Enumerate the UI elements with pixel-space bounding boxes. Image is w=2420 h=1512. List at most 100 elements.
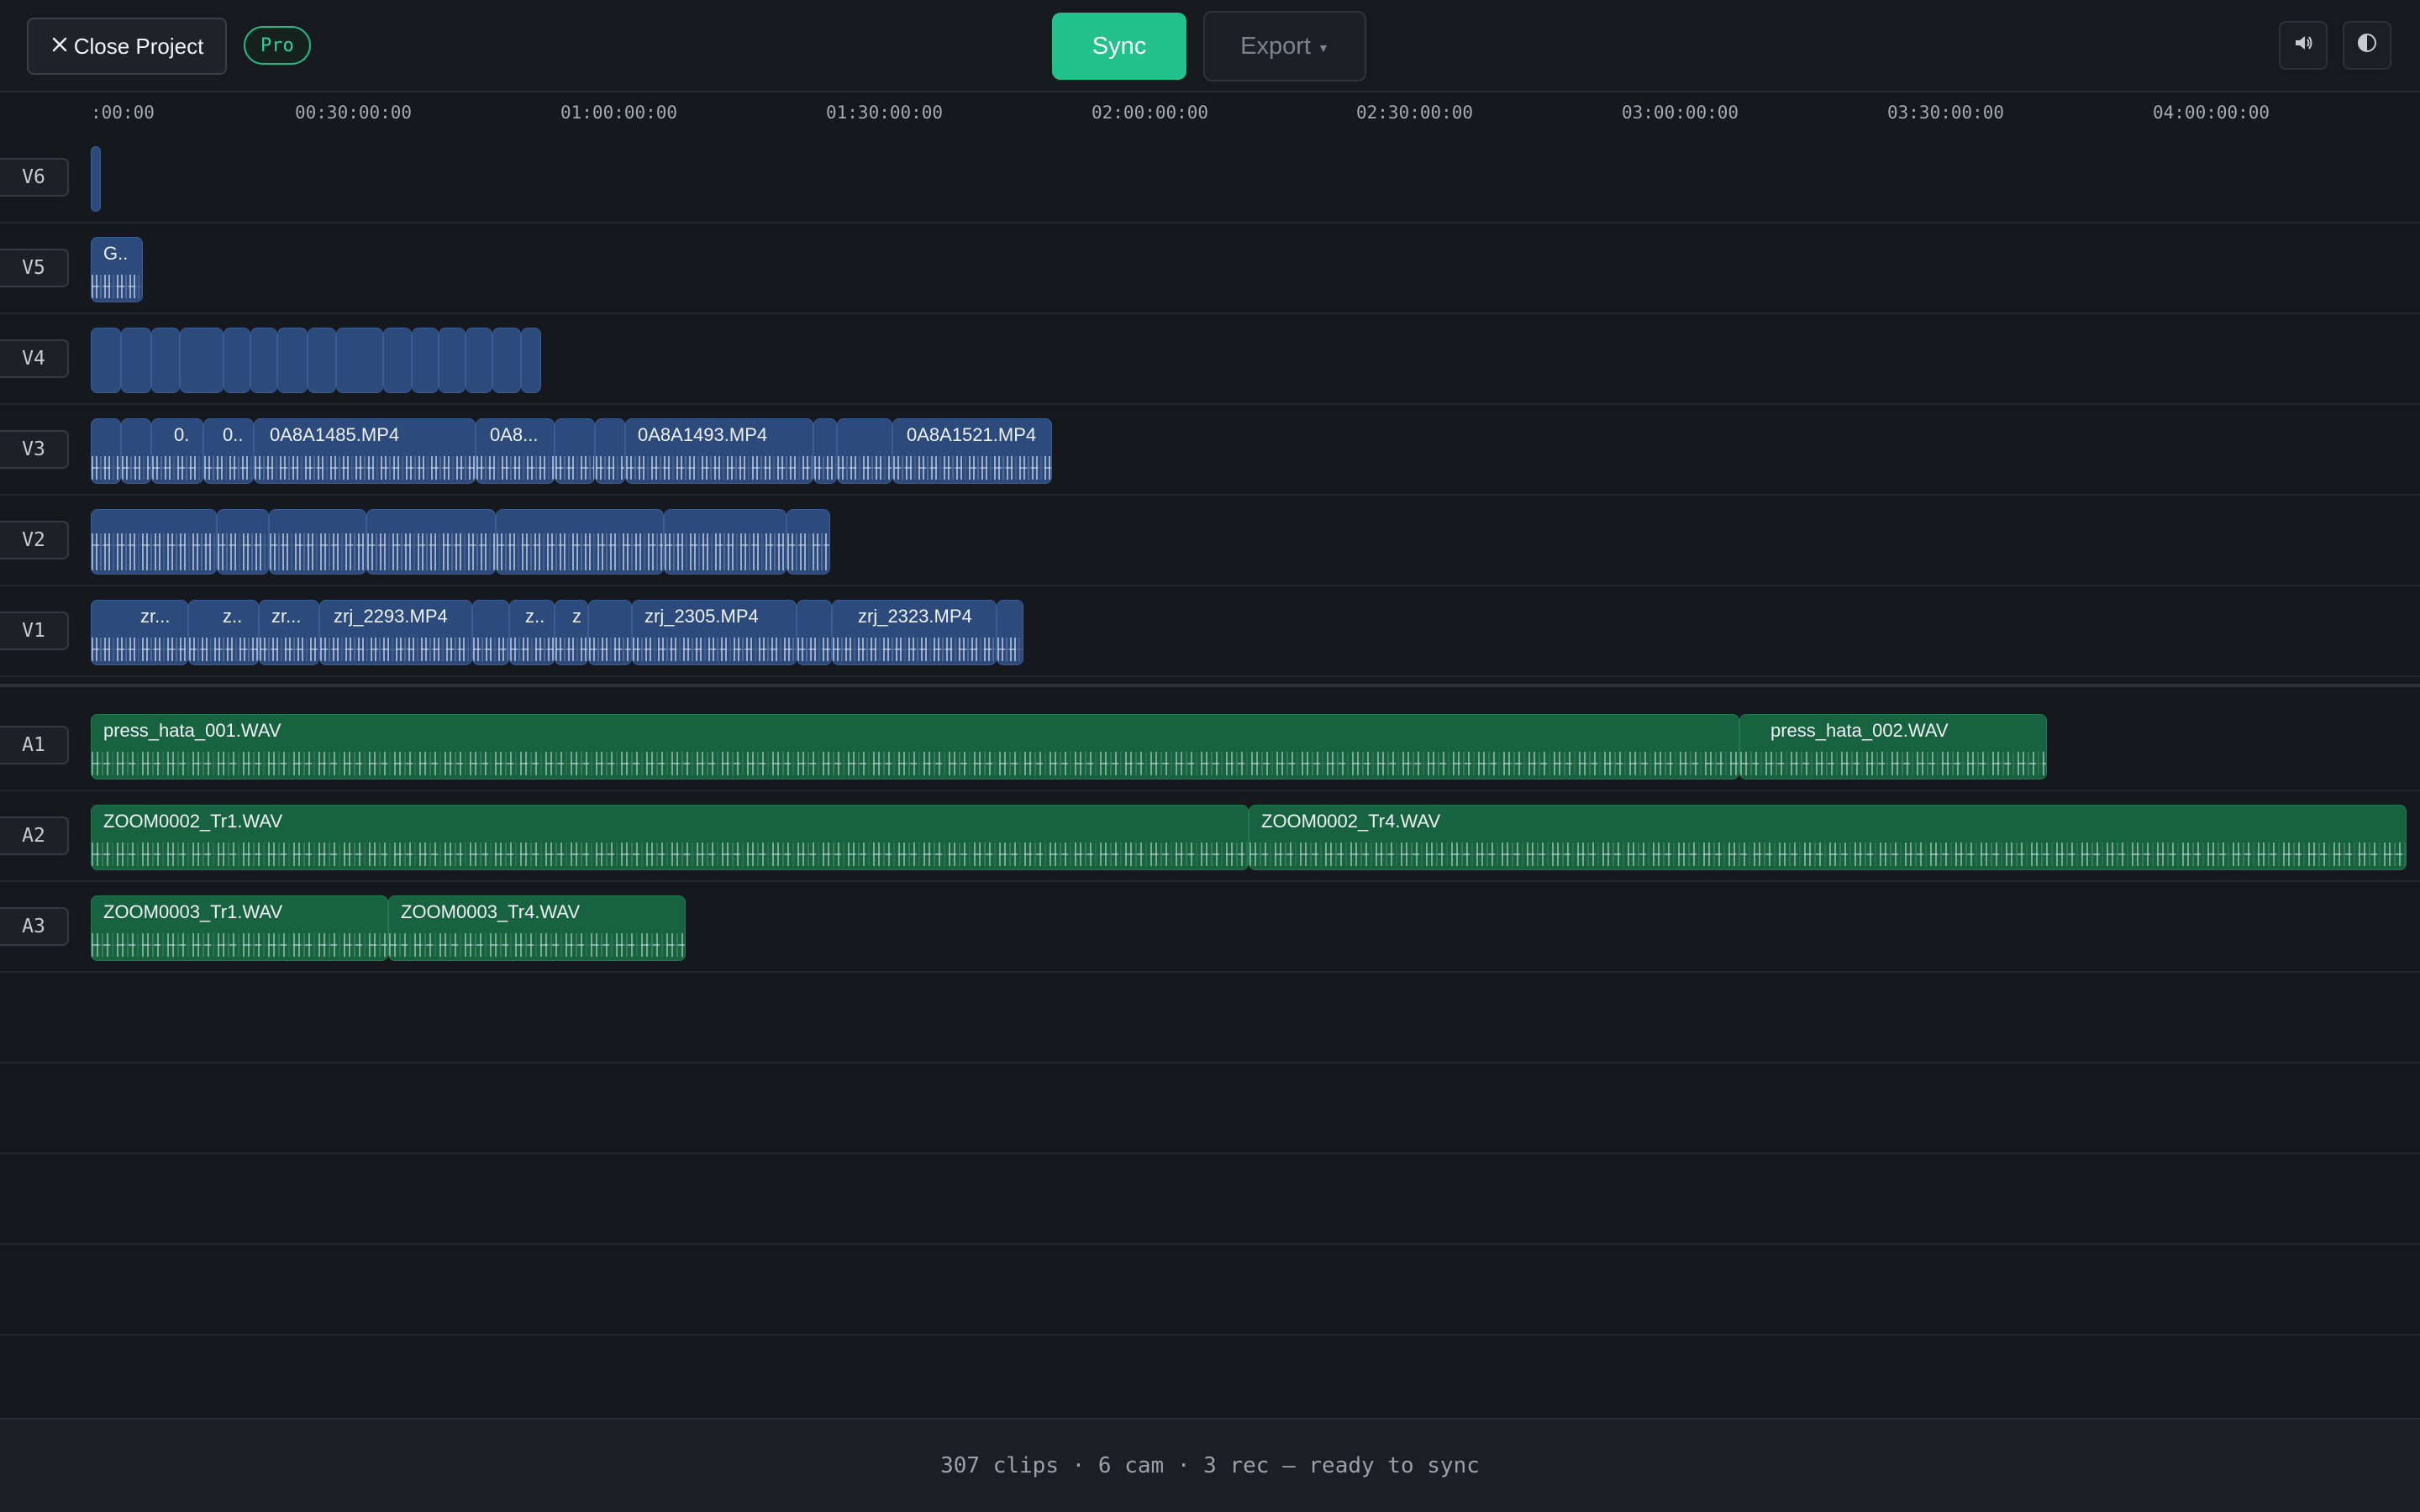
track-label-a2[interactable]: A2: [0, 816, 69, 855]
audio-clip[interactable]: press_hata_001.WAV: [91, 714, 1739, 780]
video-clip[interactable]: [466, 328, 492, 393]
clip-name: ZOOM0002_Tr1.WAV: [103, 811, 283, 832]
track-label-v4[interactable]: V4: [0, 339, 69, 378]
video-clip[interactable]: 0.: [151, 418, 203, 484]
audio-clip[interactable]: ZOOM0003_Tr1.WAV: [91, 895, 388, 961]
video-clip[interactable]: [837, 418, 892, 484]
video-clip[interactable]: G..: [91, 237, 143, 302]
ruler-tick: 03:00:00:00: [1622, 102, 1739, 123]
sync-button[interactable]: Sync: [1052, 13, 1186, 80]
audio-clip[interactable]: press_hata_002.WAV: [1739, 714, 2047, 780]
video-clip[interactable]: [91, 509, 217, 575]
clip-name: zrj_2323.MP4: [858, 606, 972, 627]
video-clip[interactable]: [555, 418, 595, 484]
video-clip[interactable]: [383, 328, 412, 393]
theme-toggle-button[interactable]: [2343, 21, 2391, 70]
video-clip[interactable]: [797, 600, 832, 665]
video-clip[interactable]: [997, 600, 1023, 665]
video-clip[interactable]: [121, 418, 151, 484]
waveform: [255, 456, 475, 480]
video-clip[interactable]: [588, 600, 632, 665]
video-clip[interactable]: 0A8A1493.MP4: [625, 418, 813, 484]
video-clip[interactable]: [472, 600, 509, 665]
video-clip[interactable]: [91, 146, 101, 212]
video-clip[interactable]: [595, 418, 625, 484]
track-label-a3[interactable]: A3: [0, 907, 69, 946]
waveform: [189, 638, 258, 661]
clip-name: zr...: [140, 606, 171, 627]
video-clip[interactable]: [250, 328, 277, 393]
video-clip[interactable]: [336, 328, 383, 393]
timeline-ruler[interactable]: :00:00 00:30:00:00 01:00:00:00 01:30:00:…: [0, 94, 2420, 133]
clip-name: ZOOM0003_Tr1.WAV: [103, 901, 283, 922]
video-clip[interactable]: [664, 509, 786, 575]
chevron-down-icon: ▼: [1317, 41, 1329, 55]
video-clip[interactable]: zrj_2293.MP4: [319, 600, 472, 665]
close-project-button[interactable]: Close Project: [27, 18, 227, 75]
video-clip[interactable]: [180, 328, 224, 393]
video-clip[interactable]: z..: [188, 600, 259, 665]
track-v2: V2: [0, 496, 2420, 586]
track-label-v5[interactable]: V5: [0, 249, 69, 287]
track-label-v6[interactable]: V6: [0, 158, 69, 197]
volume-button[interactable]: [2279, 21, 2328, 70]
video-clip[interactable]: [492, 328, 521, 393]
waveform: [596, 456, 624, 480]
video-clip[interactable]: [813, 418, 837, 484]
video-clip[interactable]: 0A8A1485.MP4: [254, 418, 476, 484]
video-clip[interactable]: [91, 328, 121, 393]
video-clip[interactable]: [217, 509, 269, 575]
waveform: [218, 533, 268, 570]
video-clip[interactable]: [269, 509, 366, 575]
waveform: [260, 638, 318, 661]
clip-name: 0A8A1493.MP4: [638, 424, 768, 445]
audio-clip[interactable]: ZOOM0002_Tr1.WAV: [91, 805, 1249, 870]
video-clip[interactable]: 0A8A1521.MP4: [892, 418, 1052, 484]
video-clip[interactable]: [521, 328, 541, 393]
waveform: [797, 638, 831, 661]
video-clip[interactable]: z..: [509, 600, 555, 665]
ruler-tick: 01:00:00:00: [560, 102, 678, 123]
video-clip[interactable]: [366, 509, 496, 575]
clip-name: 0.: [174, 424, 190, 445]
status-text: 307 clips · 6 cam · 3 rec — ready to syn…: [940, 1453, 1480, 1478]
video-clip[interactable]: [91, 418, 121, 484]
waveform: [270, 533, 366, 570]
track-label-v3[interactable]: V3: [0, 430, 69, 469]
audio-clip[interactable]: ZOOM0003_Tr4.WAV: [388, 895, 686, 961]
video-clip[interactable]: [308, 328, 336, 393]
video-clip[interactable]: [121, 328, 151, 393]
track-label-v2[interactable]: V2: [0, 521, 69, 559]
export-label: Export: [1240, 32, 1311, 60]
video-clip[interactable]: [224, 328, 250, 393]
waveform: [92, 843, 1248, 866]
contrast-icon: [2356, 32, 2378, 60]
track-v3: V3 0. 0.. 0A8A1485.MP4 0A8... 0A8A1493.M…: [0, 405, 2420, 496]
video-clip[interactable]: [496, 509, 664, 575]
track-label-v1[interactable]: V1: [0, 612, 69, 650]
waveform: [497, 533, 663, 570]
video-clip[interactable]: [277, 328, 308, 393]
track-a1: A1 press_hata_001.WAV press_hata_002.WAV: [0, 701, 2420, 791]
video-clip[interactable]: [412, 328, 439, 393]
export-button[interactable]: Export ▼: [1203, 11, 1366, 81]
waveform: [320, 638, 471, 661]
clip-name: G..: [103, 243, 129, 264]
track-label-a1[interactable]: A1: [0, 726, 69, 764]
audio-clip[interactable]: ZOOM0002_Tr4.WAV: [1249, 805, 2407, 870]
video-clip[interactable]: 0A8...: [476, 418, 555, 484]
video-clip[interactable]: [786, 509, 830, 575]
video-clip[interactable]: zrj_2323.MP4: [832, 600, 997, 665]
waveform: [92, 456, 120, 480]
waveform: [665, 533, 786, 570]
video-clip[interactable]: zr...: [91, 600, 188, 665]
empty-track-row: [0, 1336, 2420, 1418]
video-clip[interactable]: zr...: [259, 600, 319, 665]
video-clip[interactable]: zrj_2305.MP4: [632, 600, 797, 665]
clip-name: 0..: [223, 424, 244, 445]
waveform: [92, 752, 1739, 775]
video-clip[interactable]: [439, 328, 466, 393]
video-clip[interactable]: z: [555, 600, 588, 665]
video-clip[interactable]: [151, 328, 180, 393]
video-clip[interactable]: 0..: [203, 418, 254, 484]
